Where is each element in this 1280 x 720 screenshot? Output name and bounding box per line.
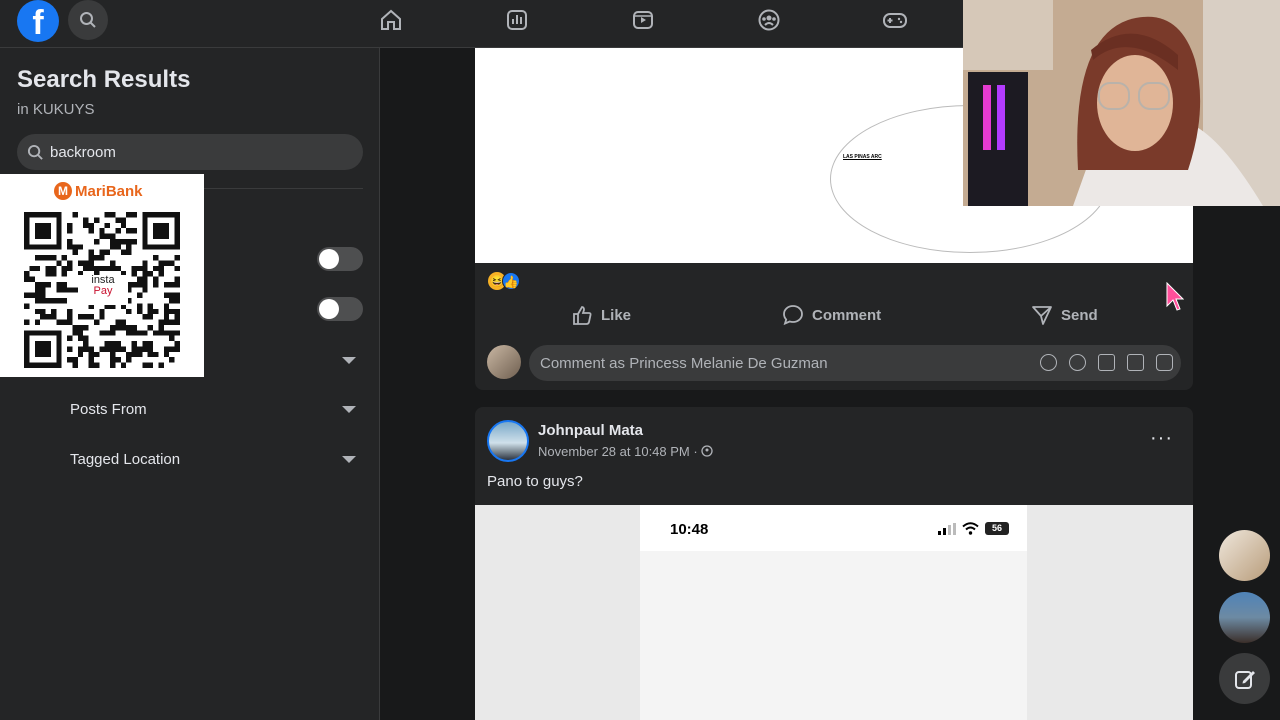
sticker-icon[interactable] bbox=[1156, 354, 1173, 371]
chat-head-avatar[interactable] bbox=[1219, 530, 1270, 581]
search-icon[interactable] bbox=[68, 0, 108, 40]
group-name[interactable]: in KUKUYS bbox=[17, 101, 95, 118]
search-icon bbox=[27, 144, 43, 160]
facebook-logo-icon[interactable]: f bbox=[17, 0, 59, 42]
chevron-down-icon[interactable] bbox=[342, 406, 356, 413]
filter-posts-from[interactable]: Posts From bbox=[70, 401, 147, 418]
like-button[interactable]: Like bbox=[571, 304, 631, 326]
avatar-sticker-icon[interactable] bbox=[1040, 354, 1057, 371]
comment-tools bbox=[1040, 354, 1173, 371]
gif-icon[interactable] bbox=[1127, 354, 1144, 371]
wifi-icon bbox=[962, 522, 979, 535]
post-image[interactable]: 10:48 56 bbox=[475, 505, 1193, 720]
comment-input[interactable] bbox=[540, 354, 1010, 372]
thumbs-up-icon bbox=[573, 306, 592, 325]
like-reaction-icon: 👍 bbox=[502, 272, 520, 290]
webcam-overlay bbox=[963, 0, 1280, 206]
comment-bubble-icon bbox=[783, 305, 803, 326]
chevron-down-icon[interactable] bbox=[342, 357, 356, 364]
filter-toggle-2[interactable] bbox=[317, 297, 363, 321]
post-author[interactable]: Johnpaul Mata bbox=[538, 422, 643, 439]
comment-composer bbox=[487, 345, 1181, 381]
page-title: Search Results bbox=[17, 66, 191, 93]
gaming-icon[interactable] bbox=[881, 6, 909, 34]
webcam-person-image bbox=[963, 0, 1280, 206]
maribank-qr-overlay: M MariBank insta Pay bbox=[0, 174, 204, 377]
more-options-icon[interactable]: ··· bbox=[1150, 427, 1173, 450]
post-card: Johnpaul Mata November 28 at 10:48 PM · … bbox=[475, 407, 1193, 720]
reaction-summary[interactable]: 😆 👍 bbox=[488, 272, 520, 290]
maribank-logo: M MariBank bbox=[54, 182, 143, 200]
battery-icon: 56 bbox=[985, 522, 1009, 535]
signal-icon bbox=[938, 522, 956, 535]
send-button[interactable]: Send bbox=[1031, 304, 1098, 326]
phone-screenshot: 10:48 56 bbox=[640, 505, 1027, 720]
mouse-cursor-icon bbox=[1166, 281, 1185, 317]
groups-icon[interactable] bbox=[755, 6, 783, 34]
send-icon bbox=[1032, 306, 1052, 325]
image-label: LAS PINAS ARC bbox=[843, 154, 882, 160]
search-results-sidebar: Search Results in KUKUYS Posts From Tagg… bbox=[0, 48, 380, 720]
instapay-logo: insta Pay bbox=[78, 275, 128, 305]
post-actions: Like Comment Send bbox=[475, 296, 1193, 332]
emoji-icon[interactable] bbox=[1069, 354, 1086, 371]
search-box[interactable] bbox=[17, 134, 363, 170]
post-text: Pano to guys? bbox=[487, 473, 583, 490]
search-input[interactable] bbox=[50, 143, 340, 161]
divider bbox=[204, 188, 363, 189]
chevron-down-icon[interactable] bbox=[342, 456, 356, 463]
filter-tagged-location[interactable]: Tagged Location bbox=[70, 451, 180, 468]
comment-button[interactable]: Comment bbox=[782, 304, 881, 326]
phone-status-icons: 56 bbox=[938, 522, 1009, 535]
new-message-button[interactable] bbox=[1219, 653, 1270, 704]
filter-toggle-1[interactable] bbox=[317, 247, 363, 271]
avatar[interactable] bbox=[487, 420, 529, 462]
phone-status-bar: 10:48 56 bbox=[640, 505, 1027, 551]
home-icon[interactable] bbox=[377, 6, 405, 34]
post-timestamp[interactable]: November 28 at 10:48 PM · bbox=[538, 444, 713, 459]
comment-box[interactable] bbox=[529, 345, 1181, 381]
avatar[interactable] bbox=[487, 345, 521, 379]
privacy-group-icon bbox=[701, 445, 713, 457]
compose-icon bbox=[1234, 670, 1255, 689]
video-icon[interactable] bbox=[629, 6, 657, 34]
dashboard-icon[interactable] bbox=[503, 6, 531, 34]
camera-icon[interactable] bbox=[1098, 354, 1115, 371]
phone-time: 10:48 bbox=[670, 521, 709, 538]
chat-head-avatar[interactable] bbox=[1219, 592, 1270, 643]
